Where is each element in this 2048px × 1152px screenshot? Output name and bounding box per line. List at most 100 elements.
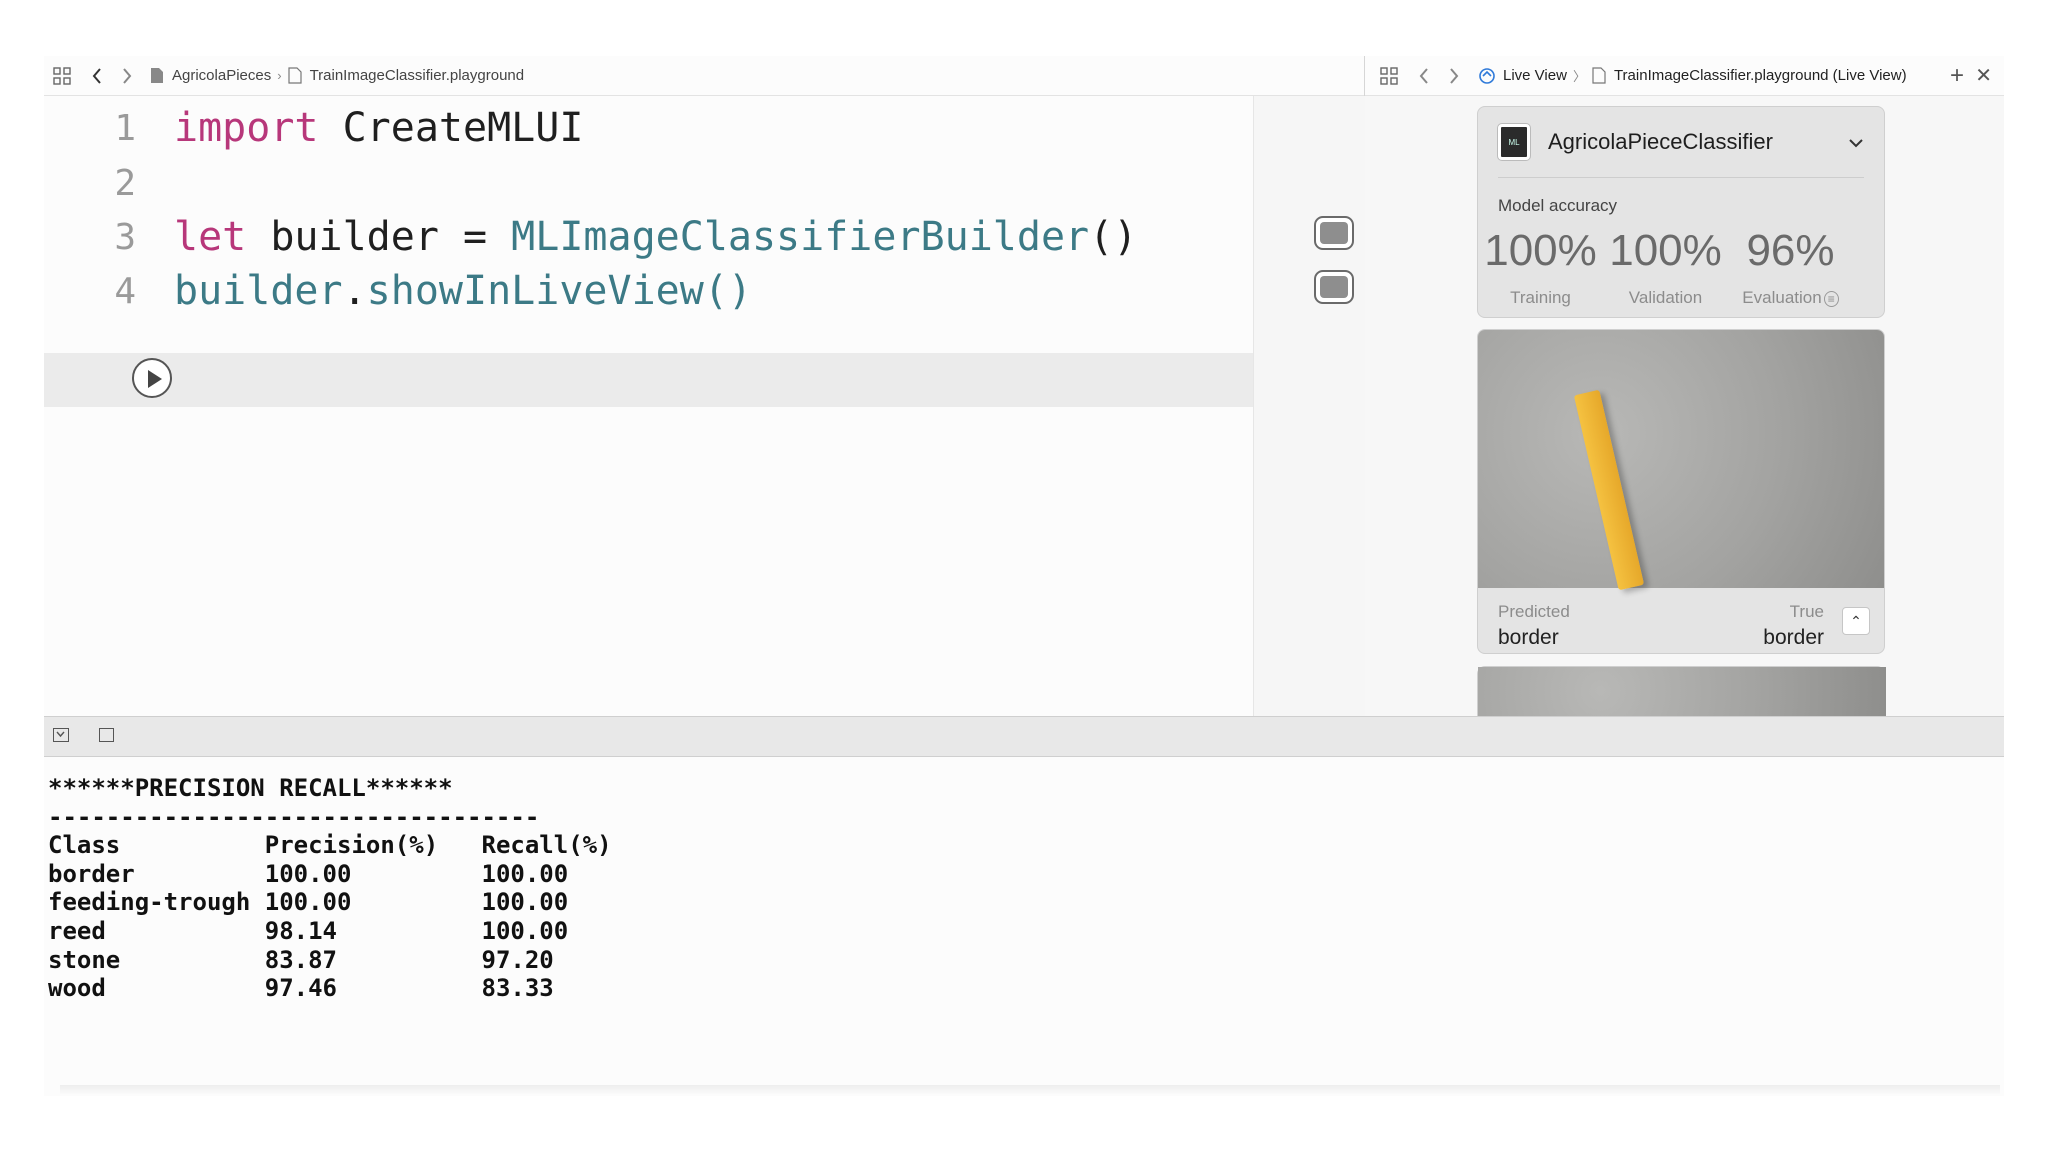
- grid-icon[interactable]: [1377, 66, 1401, 85]
- editor-jump-bar: AgricolaPieces › TrainImageClassifier.pl…: [44, 56, 1364, 96]
- accuracy-value: 100%: [1609, 226, 1722, 275]
- code-text: (): [1089, 214, 1138, 260]
- console-cell: wood: [48, 974, 265, 1003]
- line-number: 4: [114, 270, 136, 312]
- breadcrumb-live-file[interactable]: TrainImageClassifier.playground (Live Vi…: [1614, 67, 1907, 84]
- console-row: border 100.00 100.00: [48, 860, 612, 889]
- back-arrow-icon[interactable]: [88, 67, 106, 85]
- console-cell: 100.00: [481, 916, 569, 945]
- breadcrumb-live-view[interactable]: Live View: [1503, 67, 1567, 84]
- keyword-token: let: [174, 214, 247, 260]
- console-table: Class Precision(%) Recall(%) border 100.0…: [48, 831, 612, 1003]
- code-line[interactable]: 4 builder . showInLiveView(): [44, 264, 1253, 318]
- quick-look-button[interactable]: [1314, 270, 1354, 304]
- accuracy-row: 100% Training 100% Validation 96% Evalua…: [1478, 226, 1884, 308]
- console-title: ******PRECISION RECALL******: [48, 774, 453, 802]
- sample-image: [1478, 667, 1886, 716]
- run-row: [44, 353, 1253, 407]
- live-view-icon: [1477, 67, 1497, 85]
- predicted-block: Predicted border: [1498, 602, 1570, 650]
- accuracy-cell: 96% Evaluation ≡: [1728, 226, 1853, 308]
- identifier-token: builder: [174, 268, 343, 314]
- console-cell: 83.33: [481, 974, 554, 1003]
- info-icon[interactable]: ≡: [1823, 291, 1839, 307]
- model-accuracy-card: ML AgricolaPieceClassifier Model accurac…: [1477, 106, 1885, 318]
- code-text: builder =: [246, 214, 512, 260]
- accuracy-value: 100%: [1484, 226, 1597, 275]
- accuracy-type-label: Evaluation: [1742, 288, 1822, 307]
- back-arrow-icon[interactable]: [1415, 67, 1433, 85]
- prediction-card: Predicted border True border ⌃: [1477, 329, 1885, 654]
- console-cell: border: [48, 859, 265, 888]
- console-row: reed 98.14 100.00: [48, 917, 612, 946]
- playground-file-icon: [1592, 67, 1606, 84]
- project-file-icon: [150, 67, 164, 84]
- console-cell: 100.00: [264, 859, 482, 888]
- live-view-jump-bar: Live View 〉 TrainImageClassifier.playgro…: [1365, 56, 2004, 96]
- xcode-window: AgricolaPieces › TrainImageClassifier.pl…: [44, 56, 2004, 1096]
- model-header[interactable]: ML AgricolaPieceClassifier: [1498, 107, 1864, 178]
- console-row: wood 97.46 83.33: [48, 974, 612, 1003]
- code-line[interactable]: 1 import CreateMLUI: [44, 101, 1253, 155]
- console-cell: reed: [48, 916, 265, 945]
- breadcrumb-file[interactable]: TrainImageClassifier.playground: [310, 67, 525, 84]
- console-header: Class Precision(%) Recall(%): [48, 831, 612, 860]
- accuracy-cell: 100% Training: [1478, 226, 1603, 308]
- predicted-label: Predicted: [1498, 602, 1570, 621]
- accuracy-type: Training: [1510, 288, 1571, 307]
- breadcrumb-separator-icon: ›: [277, 68, 282, 83]
- console-header-cell: Precision(%): [264, 831, 482, 860]
- true-block: True border: [1763, 602, 1824, 650]
- true-value: border: [1763, 626, 1824, 649]
- console-cell: 97.46: [264, 974, 482, 1003]
- border-piece-image: [1573, 389, 1645, 591]
- accuracy-type: Validation: [1628, 288, 1703, 307]
- line-number: 2: [114, 162, 136, 204]
- type-token: MLImageClassifierBuilder: [511, 214, 1090, 260]
- console-cell: feeding-trough: [48, 888, 265, 917]
- console-cell: 100.00: [481, 888, 569, 917]
- live-view-pane: ML AgricolaPieceClassifier Model accurac…: [1365, 96, 2004, 716]
- results-sidebar: [1253, 96, 1365, 716]
- hide-console-icon[interactable]: [53, 728, 69, 742]
- console-row: stone 83.87 97.20: [48, 946, 612, 975]
- console-cell: stone: [48, 945, 265, 974]
- forward-arrow-icon[interactable]: [1445, 67, 1463, 85]
- console-row: feeding-trough 100.00 100.00: [48, 888, 612, 917]
- chevron-down-icon[interactable]: [1848, 132, 1864, 153]
- console-output[interactable]: ******PRECISION RECALL****** ------------…: [48, 774, 612, 1003]
- forward-arrow-icon[interactable]: [118, 67, 136, 85]
- breadcrumb-project[interactable]: AgricolaPieces: [172, 67, 271, 84]
- code-text: .: [342, 268, 367, 314]
- accuracy-type[interactable]: Evaluation ≡: [1728, 288, 1853, 308]
- chevron-up-icon[interactable]: ⌃: [1842, 607, 1870, 635]
- breadcrumb-separator-icon: 〉: [1572, 69, 1586, 84]
- console-header-cell: Class: [48, 831, 265, 860]
- method-token: showInLiveView(): [366, 268, 752, 314]
- true-label: True: [1789, 602, 1824, 621]
- code-editor[interactable]: 1 import CreateMLUI 2 3 let builder = ML…: [44, 96, 1253, 716]
- window-shadow: [60, 1085, 2000, 1095]
- console-cell: 97.20: [481, 945, 554, 974]
- accuracy-cell: 100% Validation: [1603, 226, 1728, 308]
- grid-icon[interactable]: [50, 66, 74, 85]
- accuracy-label: Model accuracy: [1498, 196, 1618, 215]
- predicted-value: border: [1498, 626, 1559, 649]
- debug-bar: [44, 716, 2004, 757]
- line-number: 1: [114, 107, 136, 149]
- console-cell: 100.00: [264, 888, 482, 917]
- ml-model-icon: ML: [1498, 124, 1530, 160]
- quick-look-button[interactable]: [1314, 216, 1354, 250]
- console-cell: 83.87: [264, 945, 482, 974]
- add-icon[interactable]: +: [1950, 62, 1964, 90]
- console-header-cell: Recall(%): [481, 831, 612, 860]
- console-separator: ----------------------------------: [48, 802, 540, 831]
- console-cell: 98.14: [264, 916, 482, 945]
- keyword-token: import: [174, 105, 319, 151]
- clear-console-icon[interactable]: [99, 728, 114, 742]
- run-playground-button[interactable]: [132, 358, 172, 398]
- close-icon[interactable]: ✕: [1975, 63, 1992, 88]
- console-cell: 100.00: [481, 859, 569, 888]
- code-line[interactable]: 3 let builder = MLImageClassifierBuilder…: [44, 210, 1253, 264]
- code-line[interactable]: 2: [44, 156, 1253, 210]
